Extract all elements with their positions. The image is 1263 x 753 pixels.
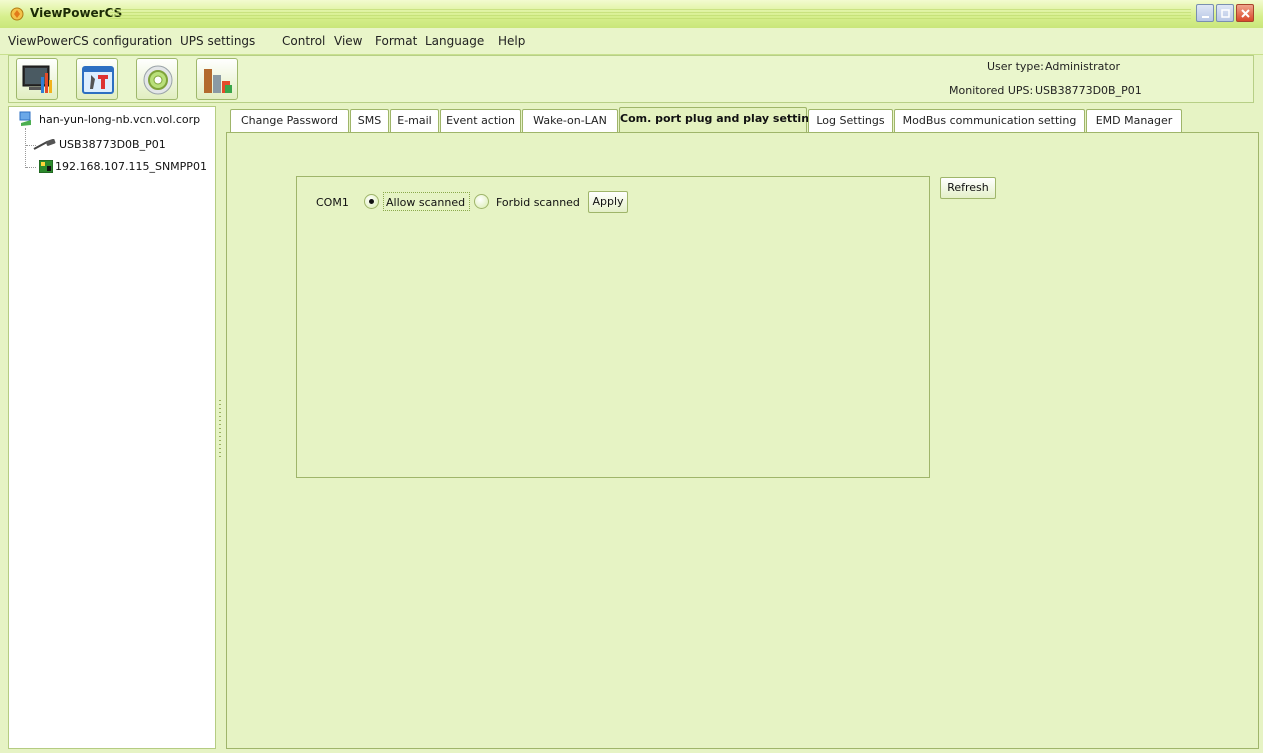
snmp-card-icon [39, 160, 53, 173]
tools-icon [82, 66, 114, 94]
tab-event-action[interactable]: Event action [440, 109, 521, 132]
monitor-button[interactable] [16, 58, 58, 100]
window-title: ViewPowerCS [30, 6, 123, 20]
monitor-icon [22, 65, 52, 93]
menu-format[interactable]: Format [375, 34, 417, 48]
monitored-ups-value: USB38773D0B_P01 [1035, 84, 1142, 97]
toolbar: User type: Administrator Monitored UPS: … [8, 55, 1254, 103]
tab-emd-manager[interactable]: EMD Manager [1086, 109, 1182, 132]
maximize-icon [1221, 9, 1230, 18]
com-port-label: COM1 [316, 196, 349, 209]
title-bar: ViewPowerCS [0, 0, 1263, 29]
refresh-button[interactable]: Refresh [940, 177, 996, 199]
tree-root-host[interactable]: han-yun-long-nb.vcn.vol.corp [39, 113, 200, 126]
user-type-label: User type: [987, 60, 1044, 73]
tree-connector [25, 128, 26, 168]
allow-scanned-label[interactable]: Allow scanned [386, 196, 465, 209]
menu-ups-settings[interactable]: UPS settings [180, 34, 255, 48]
tab-wake-on-lan[interactable]: Wake-on-LAN [522, 109, 618, 132]
tree-node-snmp-ups[interactable]: 192.168.107.115_SNMPP01 [55, 160, 207, 173]
close-button[interactable] [1236, 4, 1254, 22]
tab-com-port-plug-and-play[interactable]: Com. port plug and play setting [619, 107, 817, 133]
gear-icon [143, 65, 173, 95]
device-tree: han-yun-long-nb.vcn.vol.corp USB38773D0B… [8, 106, 216, 749]
menu-view[interactable]: View [334, 34, 362, 48]
menu-help[interactable]: Help [498, 34, 525, 48]
forbid-scanned-label[interactable]: Forbid scanned [496, 196, 580, 209]
computer-icon [19, 111, 31, 126]
close-icon [1241, 9, 1250, 18]
configuration-button[interactable] [76, 58, 118, 100]
tree-node-usb-ups[interactable]: USB38773D0B_P01 [59, 138, 166, 151]
forbid-scanned-radio[interactable] [474, 194, 489, 209]
user-type-value: Administrator [1045, 60, 1120, 73]
tab-change-password[interactable]: Change Password [230, 109, 349, 132]
tab-email[interactable]: E-mail [390, 109, 439, 132]
menu-viewpowercs-configuration[interactable]: ViewPowerCS configuration [8, 34, 172, 48]
tree-connector [26, 167, 36, 168]
control-button[interactable] [136, 58, 178, 100]
app-icon [10, 7, 24, 21]
data-log-button[interactable] [196, 58, 238, 100]
bar-chart-icon [204, 69, 232, 93]
apply-button[interactable]: Apply [588, 191, 628, 213]
allow-scanned-radio[interactable] [364, 194, 379, 209]
com-port-group [296, 176, 930, 478]
minimize-button[interactable] [1196, 4, 1214, 22]
splitter-handle[interactable] [219, 400, 221, 458]
tab-sms[interactable]: SMS [350, 109, 389, 132]
monitored-ups-label: Monitored UPS: [949, 84, 1034, 97]
title-bar-stripes [110, 9, 1191, 19]
minimize-icon [1202, 16, 1209, 18]
maximize-button[interactable] [1216, 4, 1234, 22]
menu-bar: ViewPowerCS configuration UPS settings C… [0, 28, 1263, 55]
tab-log-settings[interactable]: Log Settings [808, 109, 893, 132]
menu-control[interactable]: Control [282, 34, 325, 48]
tab-modbus-communication[interactable]: ModBus communication setting [894, 109, 1085, 132]
menu-language[interactable]: Language [425, 34, 484, 48]
usb-cable-icon [33, 139, 56, 150]
